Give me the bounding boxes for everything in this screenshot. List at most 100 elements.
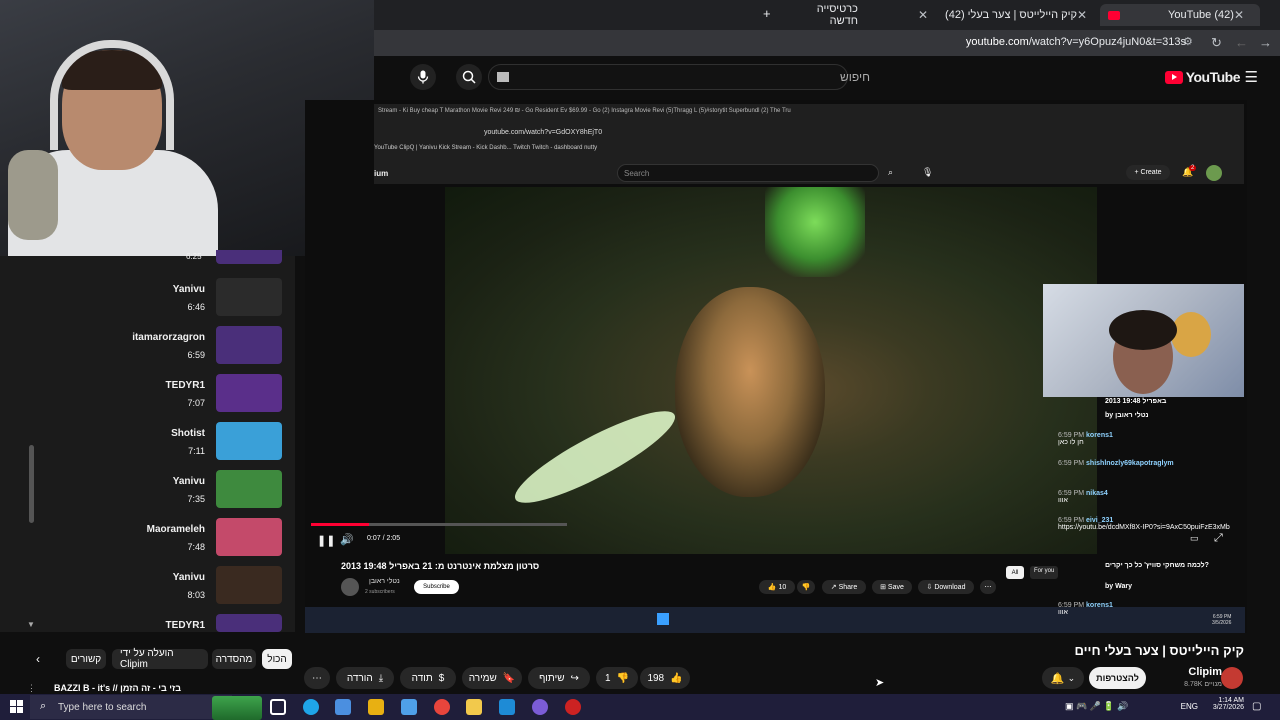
page-title: קיק היילייטס | צער בעלי חיים: [1074, 643, 1245, 658]
close-tab-icon[interactable]: ✕: [1234, 8, 1244, 22]
tray-icons[interactable]: ▣ 🎮 🎤 🔋 🔊: [1065, 701, 1128, 712]
app-icon-3[interactable]: [499, 699, 515, 715]
scroll-down-icon[interactable]: ▼: [27, 620, 35, 629]
chat-message: 6:59 PM korens1 אווו: [1058, 602, 1113, 616]
like-button[interactable]: 198 👍: [640, 667, 690, 689]
thanks-button[interactable]: תודה $: [400, 667, 456, 689]
taskbar-search-placeholder: Type here to search: [58, 701, 147, 713]
youtube-logo[interactable]: YouTube: [1164, 69, 1241, 85]
menu-icon[interactable]: ☰: [1245, 68, 1258, 86]
thumbs-up-icon: 👍: [670, 672, 683, 684]
pause-icon[interactable]: ❚❚: [317, 534, 335, 547]
chat-user: korens1: [1086, 602, 1113, 609]
search-button[interactable]: [456, 64, 482, 90]
tab-current-video[interactable]: ✕ קיק היילייטס | צער בעלי (42): [945, 4, 1095, 26]
playlist-item-time: 6:46: [187, 302, 205, 312]
more-button[interactable]: ⋯: [304, 667, 330, 689]
video-frame[interactable]: [445, 187, 1097, 554]
task-view-icon[interactable]: [270, 699, 286, 715]
dislike-button[interactable]: 1 👎: [596, 667, 638, 689]
channel-name[interactable]: Clipim: [1188, 666, 1222, 678]
subscribe-button[interactable]: להצטרפות: [1089, 667, 1146, 689]
filter-chip[interactable]: קשורים: [66, 649, 106, 669]
playlist-item[interactable]: Yanivu 8:03: [0, 566, 295, 612]
playlist-item[interactable]: Shotist 7:11: [0, 422, 295, 468]
reload-icon[interactable]: ↻: [1211, 35, 1222, 51]
voice-search-button[interactable]: [410, 64, 436, 90]
tab-new[interactable]: ✕ כרטיסייה חדשה: [786, 3, 936, 27]
chat-message: 6:59 PM shishlnozly69kapotraglym: [1058, 460, 1174, 467]
playlist-item[interactable]: Maoramelеh 7:48: [0, 518, 295, 564]
playlist-item-thumbnail[interactable]: [216, 326, 282, 364]
app-icon-2[interactable]: [401, 699, 417, 715]
taskbar-widget-icon[interactable]: [212, 696, 262, 720]
more-vert-icon[interactable]: ⋮: [27, 683, 36, 694]
playlist-item[interactable]: Yanivu 7:35: [0, 470, 295, 516]
youtube-favicon-icon: [1108, 10, 1120, 20]
chrome-icon[interactable]: [434, 699, 450, 715]
playlist-item[interactable]: TEDYR1 7:07: [0, 374, 295, 420]
playlist-item-thumbnail[interactable]: [216, 566, 282, 604]
playlist-item-time: 7:07: [187, 398, 205, 408]
playlist-item-thumbnail[interactable]: [216, 518, 282, 556]
playlist-scrollbar[interactable]: [29, 445, 34, 523]
playlist-item-thumbnail[interactable]: [216, 614, 282, 632]
inner-chip-all: All: [1006, 566, 1024, 579]
clock-date: 3/27/2026: [1212, 704, 1244, 711]
download-button[interactable]: הורדה ⤓: [336, 667, 394, 689]
playlist-item-thumbnail[interactable]: [216, 374, 282, 412]
volume-icon[interactable]: 🔊: [340, 533, 354, 546]
close-tab-icon[interactable]: ✕: [918, 8, 928, 22]
language-indicator[interactable]: ENG: [1181, 702, 1198, 711]
playlist-item-thumbnail[interactable]: [216, 422, 282, 460]
store-icon[interactable]: [335, 699, 351, 715]
filter-chip[interactable]: הועלה על ידי Clipim: [112, 648, 208, 670]
url-field[interactable]: youtube.com/watch?v=y6Opuz4juN0&t=313s: [966, 36, 1186, 48]
notifications-center-icon[interactable]: ▢: [1252, 701, 1261, 712]
windows-start-icon[interactable]: [10, 700, 23, 713]
inner-download-button: ⇩ Download: [918, 580, 974, 594]
channel-subs: 8.78K מנויים: [1184, 681, 1222, 688]
search-input[interactable]: [488, 64, 848, 90]
playlist-item-thumbnail[interactable]: [216, 278, 282, 316]
tab-youtube[interactable]: ✕ (42) YouTube: [1100, 4, 1260, 26]
taskbar-clock[interactable]: 1:14 AM 3/27/2026: [1213, 697, 1244, 711]
inner-dislike-button: 👎: [797, 580, 815, 594]
next-video-title[interactable]: BAZZI B - it's // בזי בי - זה הזמן: [54, 683, 181, 693]
forward-icon[interactable]: ←: [1235, 35, 1248, 50]
playlist-item[interactable]: itamarorzagron 6:59: [0, 326, 295, 372]
download-label: הורדה: [346, 672, 373, 684]
playlist-item-channel: itamarorzagron: [132, 332, 205, 343]
playlist-item[interactable]: Yanivu 6:46: [0, 278, 295, 324]
back-icon[interactable]: →: [1259, 35, 1272, 50]
notifications-button[interactable]: 🔔 ⌄: [1042, 667, 1084, 689]
playlist-item-thumbnail[interactable]: [216, 470, 282, 508]
search-icon: [462, 70, 476, 84]
inner-create-button: + Create: [1126, 165, 1170, 180]
close-tab-icon[interactable]: ✕: [1077, 8, 1087, 22]
discord-icon[interactable]: [532, 699, 548, 715]
logo-text: YouTube: [1185, 69, 1241, 85]
channel-avatar[interactable]: [1221, 667, 1243, 689]
chat-time: 6:59 PM: [1058, 460, 1085, 467]
chevron-left-icon[interactable]: ‹: [36, 652, 40, 666]
file-explorer-icon[interactable]: [466, 699, 482, 715]
taskbar-search-input[interactable]: Type here to search: [30, 695, 232, 719]
video-light-beam: [506, 397, 684, 517]
chevron-down-icon: ⌄: [1067, 672, 1076, 683]
search-placeholder: חיפוש: [840, 70, 870, 84]
obs-icon[interactable]: [565, 699, 581, 715]
inner-browser-bookmarks: YouTube ClipQ | Yanivu Kick Stream - Kic…: [374, 145, 598, 151]
share-button[interactable]: שיתוף ↪: [528, 667, 590, 689]
filter-chip[interactable]: הכול: [262, 649, 292, 669]
save-button[interactable]: שמירה 🔖: [462, 667, 522, 689]
filter-chip[interactable]: מהסדרה: [212, 649, 256, 669]
playlist-item-time: 7:11: [188, 446, 205, 456]
edge-icon[interactable]: [303, 699, 319, 715]
chat-text: https://youtu.be/dcdMXf8X-IP0?si=9AxC50p…: [1058, 524, 1230, 531]
playlist-item-time: 8:03: [187, 590, 205, 600]
new-tab-icon[interactable]: +: [763, 6, 771, 21]
inner-video-title: 2013 סרטון מצלמת אינטרנט מ: 21 באפריל 19…: [341, 561, 540, 571]
playlist-thumb-partial[interactable]: [216, 250, 282, 264]
app-icon-1[interactable]: [368, 699, 384, 715]
